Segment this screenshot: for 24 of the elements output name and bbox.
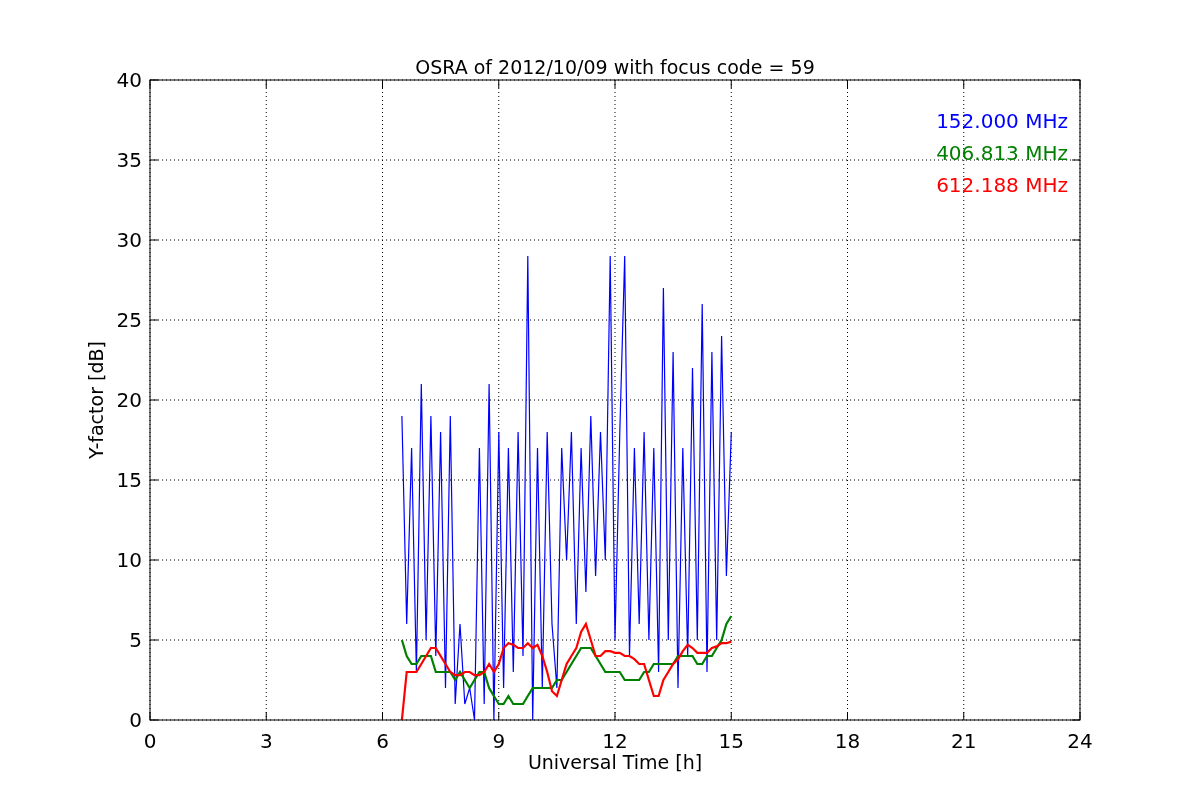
y-tick-label: 0: [129, 708, 142, 732]
legend-entry: 406.813 MHz: [936, 141, 1068, 165]
x-tick-label: 21: [951, 729, 977, 753]
chart-title: OSRA of 2012/10/09 with focus code = 59: [415, 56, 815, 78]
y-tick-label: 40: [116, 68, 142, 92]
y-axis-label: Y-factor [dB]: [85, 341, 107, 459]
y-tick-label: 35: [116, 148, 142, 172]
x-tick-label: 15: [718, 729, 744, 753]
x-tick-label: 9: [492, 729, 506, 753]
y-tick-label: 25: [116, 308, 142, 332]
x-tick-label: 24: [1067, 729, 1093, 753]
y-tick-label: 10: [116, 548, 142, 572]
legend-entry: 152.000 MHz: [936, 109, 1068, 133]
x-tick-label: 0: [143, 729, 157, 753]
x-tick-label: 3: [259, 729, 273, 753]
x-tick-label: 18: [834, 729, 861, 753]
x-tick-label: 6: [376, 729, 389, 753]
y-tick-label: 20: [116, 388, 142, 412]
y-tick-label: 5: [129, 628, 142, 652]
legend-entry: 612.188 MHz: [936, 173, 1068, 197]
y-tick-label: 15: [116, 468, 142, 492]
x-tick-label: 12: [602, 729, 628, 753]
x-axis-label: Universal Time [h]: [527, 751, 703, 773]
y-tick-label: 30: [116, 228, 142, 252]
